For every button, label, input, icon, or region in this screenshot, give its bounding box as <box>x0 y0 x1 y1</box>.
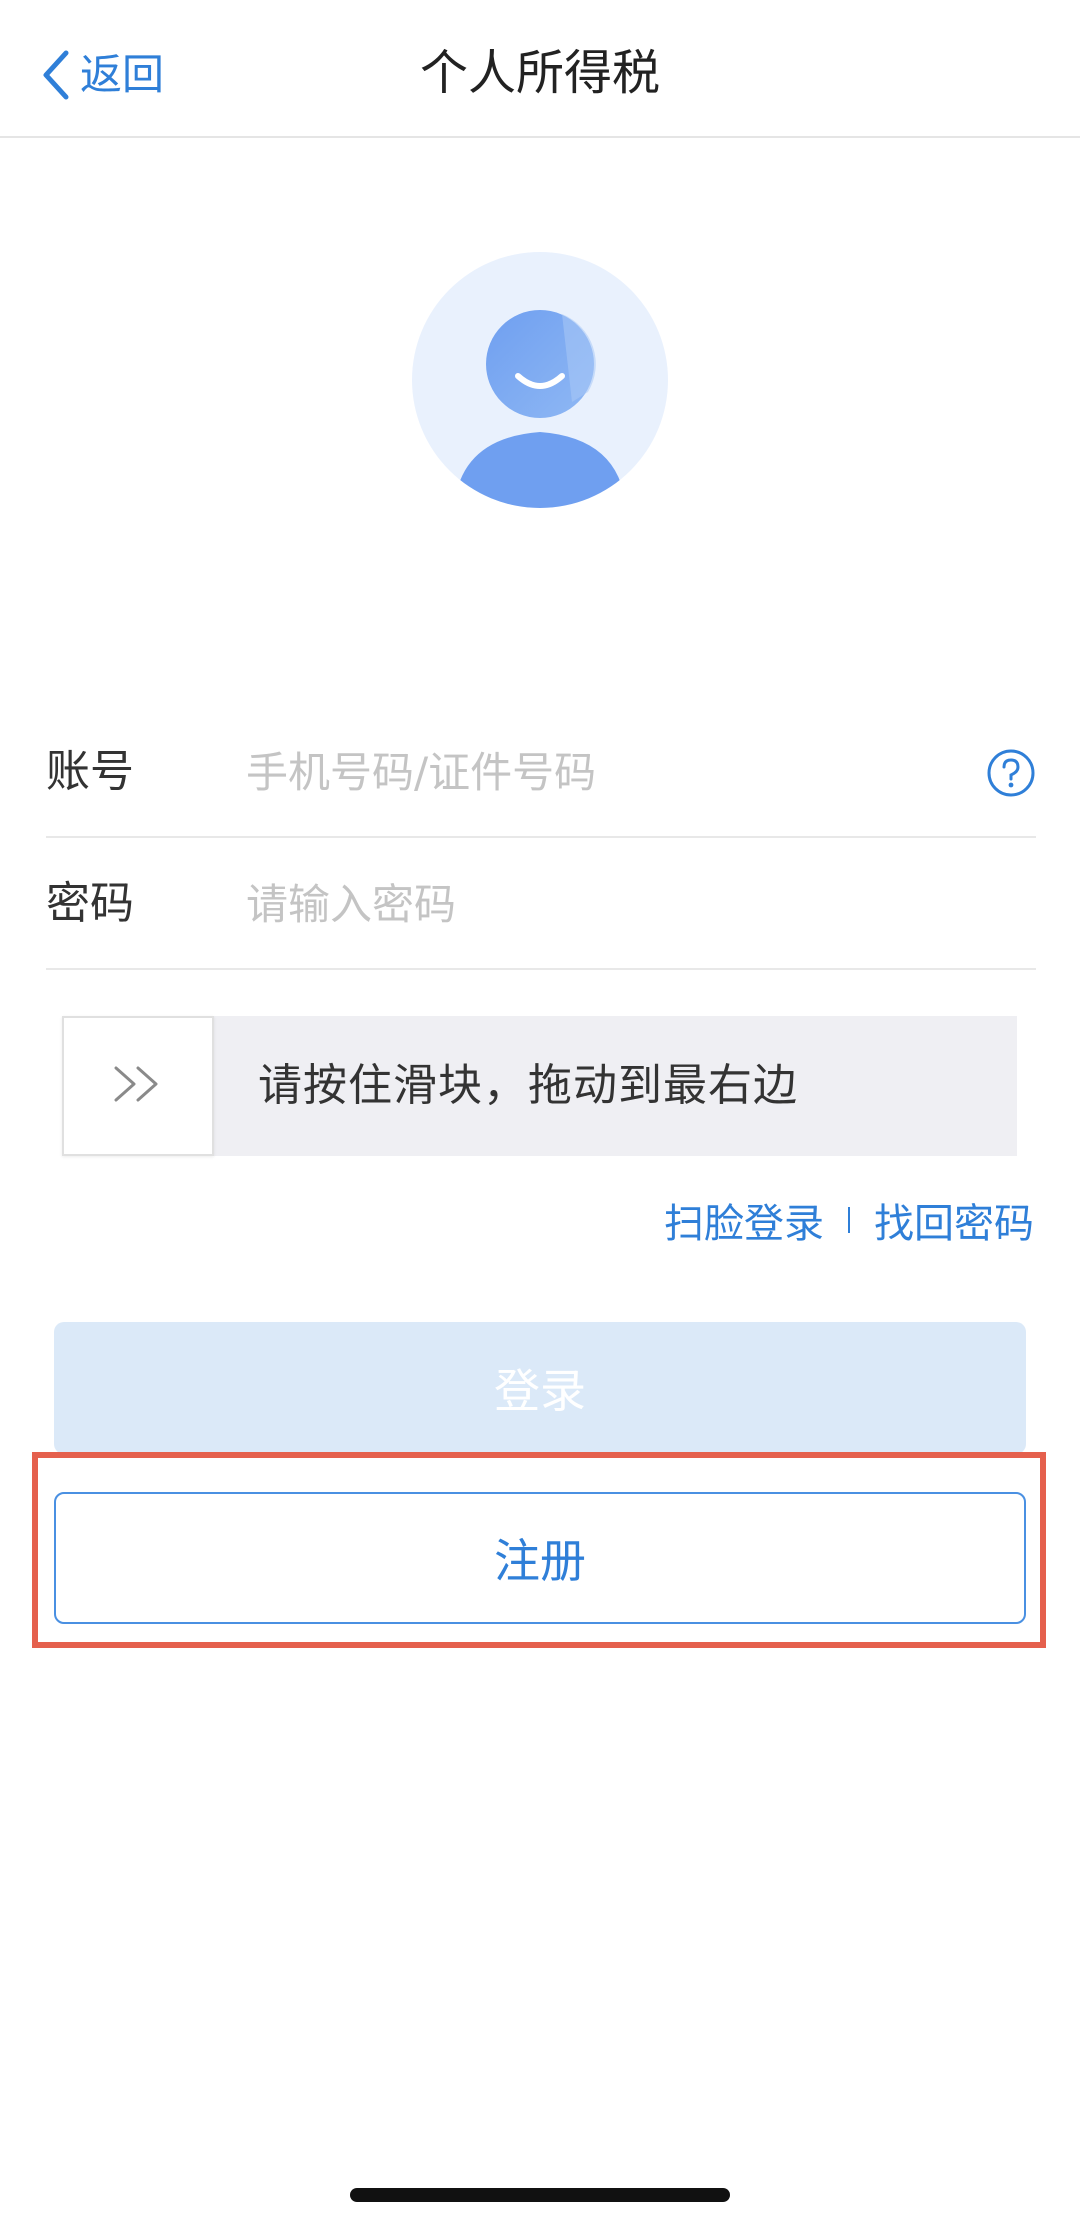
login-button[interactable]: 登录 <box>54 1322 1026 1454</box>
slider-hint: 请按住滑块，拖动到最右边 <box>258 1060 798 1111</box>
user-avatar-icon <box>412 252 668 508</box>
password-row: 密码 <box>46 838 1036 970</box>
question-circle-icon[interactable] <box>986 748 1036 798</box>
slider-captcha: 请按住滑块，拖动到最右边 <box>62 1016 1017 1156</box>
account-input[interactable] <box>246 736 886 808</box>
password-input[interactable] <box>246 868 886 940</box>
register-button[interactable]: 注册 <box>54 1492 1026 1624</box>
nav-bar: 返回 个人所得税 <box>0 0 1080 138</box>
double-chevron-right-icon <box>108 1064 168 1108</box>
avatar <box>412 252 668 508</box>
account-label: 账号 <box>46 746 134 797</box>
link-divider <box>848 1207 850 1233</box>
auth-links: 扫脸登录 找回密码 <box>664 1190 1034 1250</box>
password-label: 密码 <box>46 878 134 929</box>
face-login-link[interactable]: 扫脸登录 <box>664 1191 824 1249</box>
slider-handle[interactable] <box>62 1016 214 1156</box>
page-title: 个人所得税 <box>419 45 660 101</box>
account-row: 账号 <box>46 706 1036 838</box>
find-password-link[interactable]: 找回密码 <box>874 1191 1034 1249</box>
home-indicator <box>350 2188 730 2202</box>
login-page: 返回 个人所得税 账号 手机号码/证件号码 密码 请按住滑块，拖动到最右边 扫脸… <box>0 0 1080 2220</box>
